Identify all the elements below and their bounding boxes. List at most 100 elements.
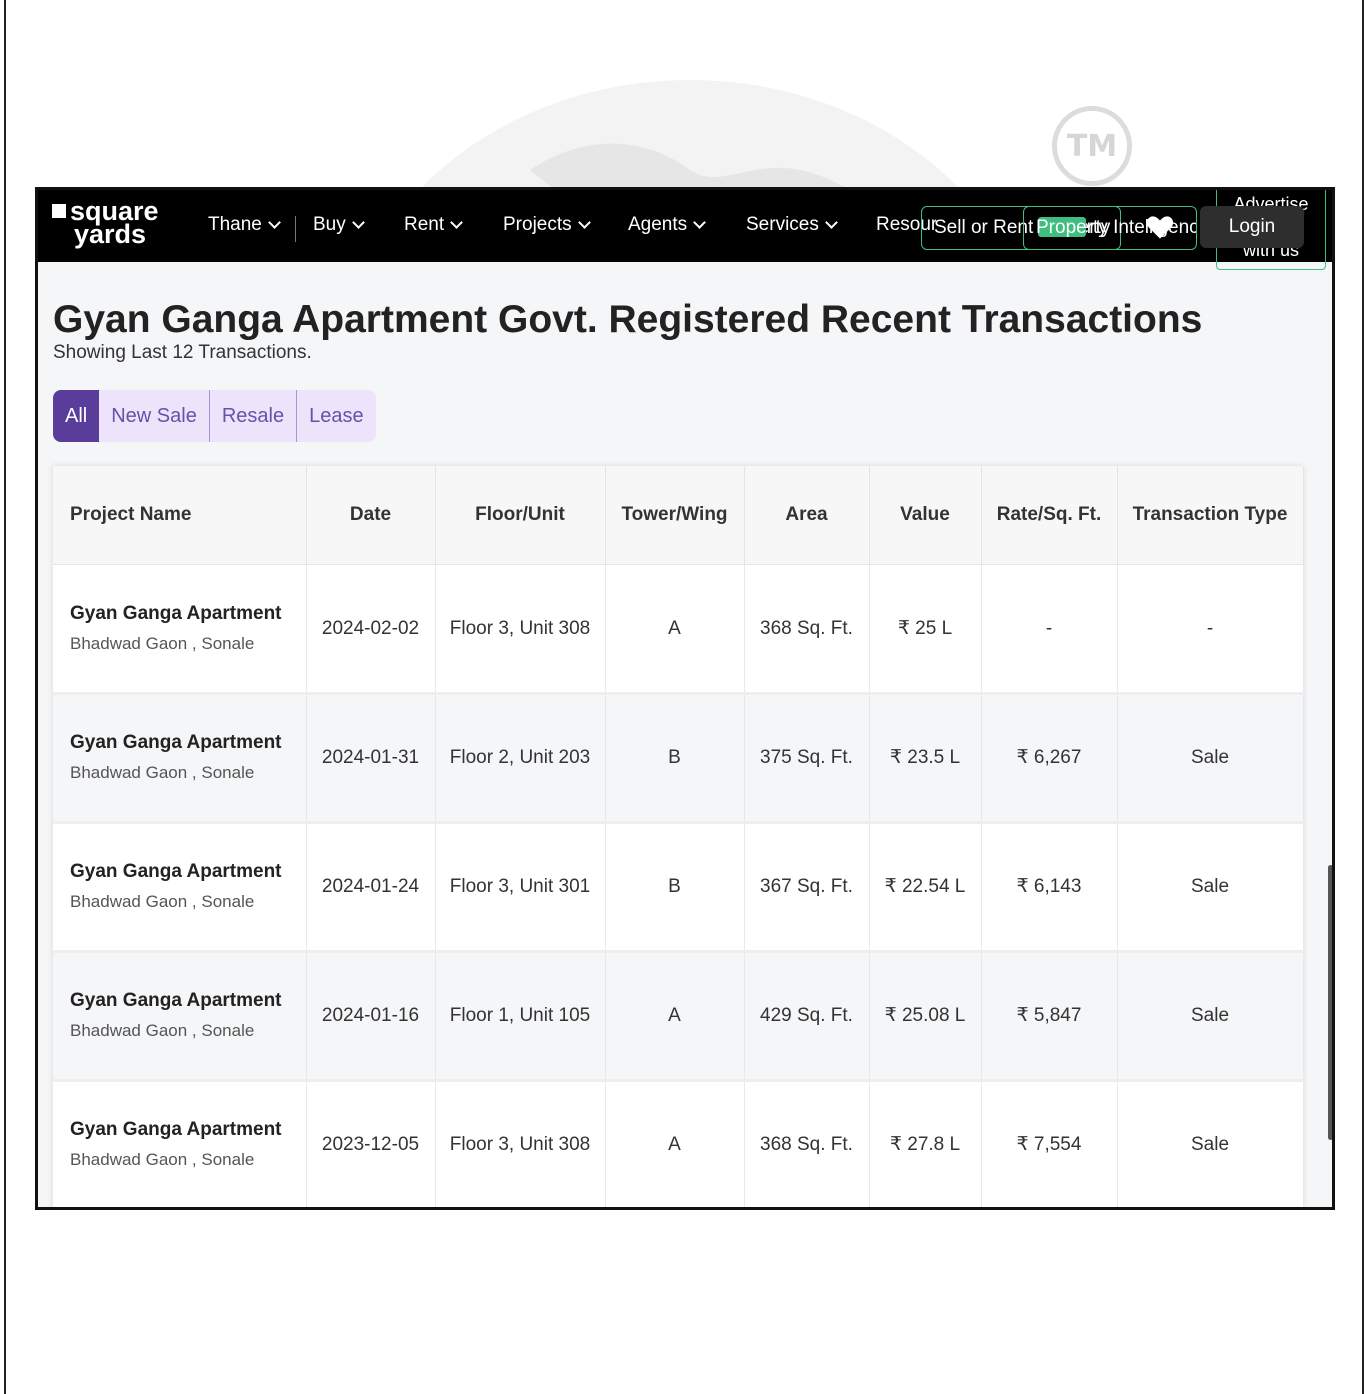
login-label: Login (1228, 216, 1276, 237)
cell-value: ₹ 25.08 L (869, 951, 982, 1082)
chevron-down-icon (824, 215, 838, 229)
nav-agents[interactable]: Agents (628, 214, 707, 236)
project-location: Bhadwad Gaon , Sonale (70, 763, 255, 782)
tab-new-sale[interactable]: New Sale (99, 390, 210, 442)
tab-resale[interactable]: Resale (210, 390, 298, 442)
cell-rate: - (981, 564, 1118, 695)
project-name[interactable]: Gyan Ganga Apartment (70, 1114, 296, 1145)
project-location: Bhadwad Gaon , Sonale (70, 1150, 255, 1169)
chevron-down-icon (351, 215, 365, 229)
cell-floor-unit: Floor 2, Unit 203 (435, 693, 606, 824)
nav-label: Services (746, 214, 819, 235)
cell-area: 375 Sq. Ft. (744, 693, 870, 824)
cell-type: Sale (1117, 951, 1304, 1082)
transaction-filter-tabs: All New Sale Resale Lease (53, 390, 376, 442)
col-area: Area (744, 466, 870, 565)
cell-project: Gyan Ganga Apartment Bhadwad Gaon , Sona… (53, 951, 307, 1082)
chevron-down-icon (450, 215, 464, 229)
nav-divider (295, 216, 296, 242)
cell-rate: ₹ 7,554 (981, 1080, 1118, 1207)
chevron-down-icon (268, 215, 281, 229)
project-name[interactable]: Gyan Ganga Apartment (70, 727, 296, 758)
col-transaction-type: Transaction Type (1117, 466, 1304, 565)
page-subtitle: Showing Last 12 Transactions. (53, 342, 312, 363)
project-name[interactable]: Gyan Ganga Apartment (70, 856, 296, 887)
cell-tower: B (605, 693, 745, 824)
nav-services[interactable]: Services (746, 214, 838, 236)
cell-date: 2024-01-31 (306, 693, 436, 824)
nav-city-thane[interactable]: Thane (208, 214, 281, 236)
cell-type: Sale (1117, 693, 1304, 824)
project-name[interactable]: Gyan Ganga Apartment (70, 985, 296, 1016)
project-location: Bhadwad Gaon , Sonale (70, 892, 255, 911)
chevron-down-icon (693, 215, 707, 229)
squareyards-logo[interactable]: square yards (52, 198, 182, 252)
nav-label: Agents (628, 214, 688, 235)
cell-rate: ₹ 5,847 (981, 951, 1118, 1082)
cell-date: 2023-12-05 (306, 1080, 436, 1207)
col-date: Date (306, 466, 436, 565)
cell-rate: ₹ 6,143 (981, 822, 1118, 953)
project-location: Bhadwad Gaon , Sonale (70, 633, 255, 653)
cell-date: 2024-01-16 (306, 951, 436, 1082)
nav-buy[interactable]: Buy (313, 214, 365, 236)
browser-screenshot: square yards Thane Buy Rent Projects Age… (35, 187, 1335, 1210)
cell-type: Sale (1117, 1080, 1304, 1207)
cell-floor-unit: Floor 1, Unit 105 (435, 951, 606, 1082)
top-navbar: square yards Thane Buy Rent Projects Age… (38, 190, 1332, 270)
cell-value: ₹ 25 L (869, 564, 982, 695)
col-floor-unit: Floor/Unit (435, 466, 606, 565)
table-row: Gyan Ganga Apartment Bhadwad Gaon , Sona… (53, 1080, 1304, 1207)
cell-tower: B (605, 822, 745, 953)
page-title: Gyan Ganga Apartment Govt. Registered Re… (53, 298, 1203, 341)
cell-type: - (1117, 564, 1304, 695)
col-tower-wing: Tower/Wing (605, 466, 745, 565)
page-scrollbar[interactable] (1328, 865, 1332, 1140)
cell-type: Sale (1117, 822, 1304, 953)
heart-icon[interactable] (1146, 214, 1174, 240)
cell-date: 2024-02-02 (306, 564, 436, 695)
cell-area: 367 Sq. Ft. (744, 822, 870, 953)
nav-label: Rent (404, 214, 445, 235)
table-row: Gyan Ganga Apartment Bhadwad Gaon , Sona… (53, 693, 1304, 824)
cell-project: Gyan Ganga Apartment Bhadwad Gaon , Sona… (53, 564, 307, 695)
cell-rate: ₹ 6,267 (981, 693, 1118, 824)
table-row: Gyan Ganga Apartment Bhadwad Gaon , Sona… (53, 951, 1304, 1082)
cell-floor-unit: Floor 3, Unit 301 (435, 822, 606, 953)
cell-project: Gyan Ganga Apartment Bhadwad Gaon , Sona… (53, 1080, 307, 1207)
cell-project: Gyan Ganga Apartment Bhadwad Gaon , Sona… (53, 693, 307, 824)
cell-area: 368 Sq. Ft. (744, 564, 870, 695)
cell-value: ₹ 23.5 L (869, 693, 982, 824)
cell-value: ₹ 27.8 L (869, 1080, 982, 1207)
nav-label: Buy (313, 214, 346, 235)
cell-date: 2024-01-24 (306, 822, 436, 953)
tab-lease[interactable]: Lease (297, 390, 376, 442)
table-header-row: Project Name Date Floor/Unit Tower/Wing … (53, 466, 1304, 565)
nav-label: Projects (503, 214, 572, 235)
cell-area: 368 Sq. Ft. (744, 1080, 870, 1207)
cell-tower: A (605, 1080, 745, 1207)
chevron-down-icon (577, 215, 591, 229)
cell-area: 429 Sq. Ft. (744, 951, 870, 1082)
nav-label: Thane (208, 214, 262, 235)
cell-floor-unit: Floor 3, Unit 308 (435, 564, 606, 695)
col-project-name: Project Name (53, 466, 307, 565)
logo-line2: yards (74, 219, 147, 249)
col-rate: Rate/Sq. Ft. (981, 466, 1118, 565)
cell-project: Gyan Ganga Apartment Bhadwad Gaon , Sona… (53, 822, 307, 953)
table-row: Gyan Ganga Apartment Bhadwad Gaon , Sona… (53, 822, 1304, 953)
project-name[interactable]: Gyan Ganga Apartment (70, 598, 296, 629)
project-location: Bhadwad Gaon , Sonale (70, 1021, 255, 1040)
logo-square-icon (52, 204, 66, 218)
col-value: Value (869, 466, 982, 565)
nav-projects[interactable]: Projects (503, 214, 591, 236)
nav-rent[interactable]: Rent (404, 214, 464, 236)
table-row: Gyan Ganga Apartment Bhadwad Gaon , Sona… (53, 564, 1304, 695)
tab-all[interactable]: All (53, 390, 100, 442)
transactions-table: Project Name Date Floor/Unit Tower/Wing … (53, 466, 1304, 1207)
trademark-watermark: TM (1052, 106, 1132, 186)
cell-floor-unit: Floor 3, Unit 308 (435, 1080, 606, 1207)
login-button[interactable]: Login (1200, 206, 1304, 248)
cell-value: ₹ 22.54 L (869, 822, 982, 953)
cell-tower: A (605, 564, 745, 695)
